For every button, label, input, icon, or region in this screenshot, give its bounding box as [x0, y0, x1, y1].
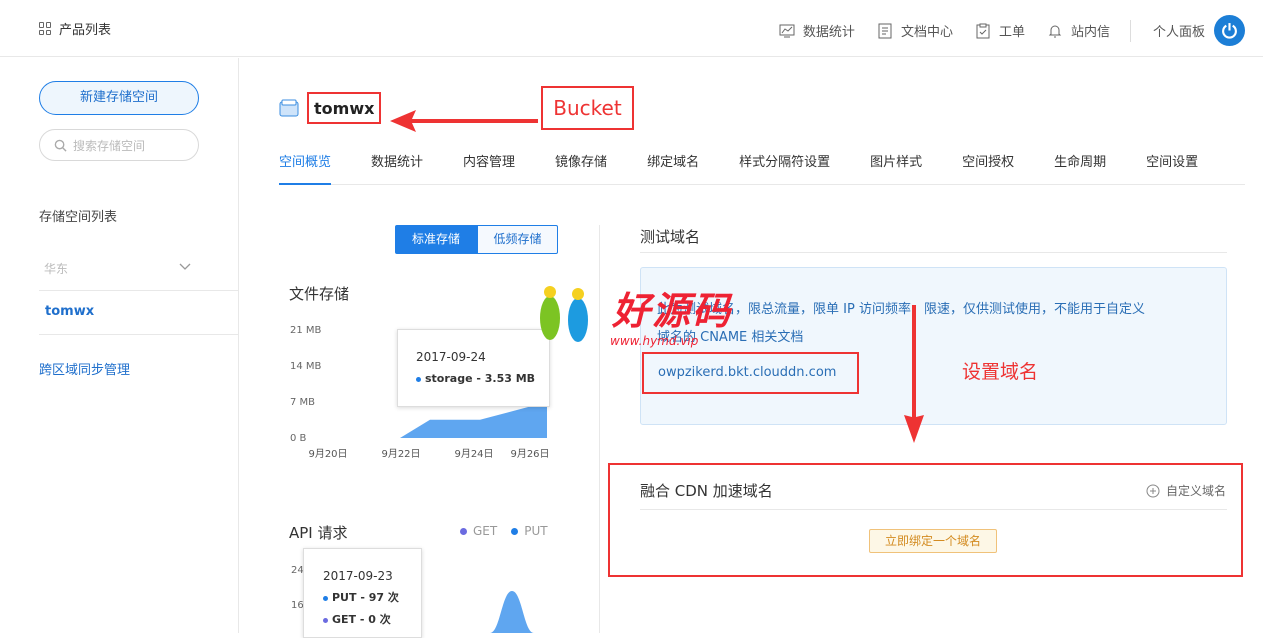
divider — [640, 252, 1227, 253]
legend-put[interactable]: PUT — [511, 524, 548, 538]
plus-circle-icon — [1146, 484, 1160, 497]
user-panel-label: 个人面板 — [1152, 25, 1205, 40]
document-icon — [878, 23, 892, 38]
tab-domain[interactable]: 绑定域名 — [647, 150, 699, 184]
api-tooltip-date: 2017-09-23 — [323, 569, 393, 583]
test-domain-title: 测试域名 — [640, 228, 701, 246]
power-glyph — [1222, 23, 1237, 39]
nav-statistics[interactable]: 数据统计 — [779, 21, 855, 40]
region-selector[interactable]: 华东 — [44, 260, 194, 277]
api-tooltip-get: GET - 0 次 — [323, 611, 421, 627]
annotation-arrow-down — [904, 305, 924, 443]
api-tooltip: 2017-09-23 PUT - 97 次 GET - 0 次 — [303, 548, 422, 638]
grid-icon — [39, 22, 52, 35]
tab-lifecycle[interactable]: 生命周期 — [1054, 150, 1106, 184]
bucket-list-title: 存储空间列表 — [39, 210, 118, 225]
y-tick-label: 7 MB — [290, 397, 315, 408]
storage-tooltip: 2017-09-24 storage - 3.53 MB — [397, 329, 550, 407]
nav-messages-label: 站内信 — [1070, 25, 1110, 40]
chevron-down-icon — [179, 263, 191, 270]
tab-separator[interactable]: 样式分隔符设置 — [739, 150, 830, 184]
annotation-bucket-label: Bucket — [541, 86, 634, 130]
nav-docs-label: 文档中心 — [900, 25, 953, 40]
x-tick-label: 9月24日 — [454, 448, 493, 460]
top-bar: 产品列表 数据统计 文档中心 工单 站内信 个人面板 — [0, 0, 1263, 57]
tooltip-value: storage - 3.53 MB — [416, 372, 549, 385]
top-nav: 数据统计 文档中心 工单 站内信 个人面板 — [757, 15, 1245, 46]
bucket-search-input[interactable]: 搜索存储空间 — [39, 129, 199, 161]
bell-icon — [1048, 25, 1062, 37]
ticket-icon — [976, 23, 990, 38]
annotation-set-domain: 设置域名 — [962, 361, 1039, 383]
x-tick-label: 9月22日 — [381, 448, 420, 460]
y-tick-label: 0 B — [290, 433, 307, 444]
bind-domain-button[interactable]: 立即绑定一个域名 — [869, 529, 997, 553]
tab-content[interactable]: 内容管理 — [463, 150, 515, 184]
notice-line-1: 此为测试域名，限总流量，限单 IP 访问频率，限速，仅供测试使用，不能用于自定义 — [657, 302, 1145, 317]
nav-ticket-label: 工单 — [998, 25, 1025, 40]
watermark-url: www.hymd.vip — [610, 334, 699, 348]
region-label: 华东 — [44, 262, 69, 276]
user-panel[interactable]: 个人面板 — [1153, 21, 1205, 40]
divider — [39, 334, 239, 335]
sidebar: 新建存储空间 搜索存储空间 存储空间列表 华东 tomwx 跨区域同步管理 — [0, 58, 239, 633]
api-y-label: 16 — [291, 600, 304, 611]
bucket-header: tomwx — [279, 92, 382, 124]
tab-overview[interactable]: 空间概览 — [279, 150, 332, 185]
test-domain-value[interactable]: owpzikerd.bkt.clouddn.com — [642, 352, 859, 394]
bucket-icon — [279, 99, 299, 117]
watermark-text: 好源码 — [612, 288, 733, 333]
tab-bar: 空间概览 数据统计 内容管理 镜像存储 绑定域名 样式分隔符设置 图片样式 空间… — [279, 150, 1245, 185]
tab-statistics[interactable]: 数据统计 — [371, 150, 423, 184]
annotation-arrow — [390, 110, 538, 132]
api-legend: GET PUT — [460, 524, 548, 538]
divider — [39, 290, 239, 291]
power-icon[interactable] — [1214, 15, 1245, 46]
cross-region-sync-link[interactable]: 跨区域同步管理 — [39, 359, 130, 378]
cname-docs-link[interactable]: 域名的 CNAME 相关文档 — [657, 324, 1217, 352]
low-freq-storage-button[interactable]: 低频存储 — [477, 225, 558, 254]
cdn-domain-title: 融合 CDN 加速域名 — [640, 482, 773, 500]
legend-get[interactable]: GET — [460, 524, 497, 538]
nav-statistics-label: 数据统计 — [802, 25, 855, 40]
y-tick-label: 14 MB — [290, 361, 322, 372]
custom-domain-button[interactable]: 自定义域名 — [1146, 482, 1226, 499]
storage-area — [318, 402, 547, 438]
tab-image-style[interactable]: 图片样式 — [870, 150, 922, 184]
search-placeholder: 搜索存储空间 — [73, 138, 146, 153]
file-storage-title: 文件存储 — [289, 285, 350, 303]
nav-docs[interactable]: 文档中心 — [877, 21, 953, 40]
bucket-title: tomwx — [307, 92, 382, 124]
tab-mirror[interactable]: 镜像存储 — [555, 150, 607, 184]
storage-type-toggle: 标准存储 低频存储 — [395, 225, 558, 254]
y-tick-label: 21 MB — [290, 325, 322, 336]
api-y-label: 24 — [291, 565, 304, 576]
tab-auth[interactable]: 空间授权 — [962, 150, 1014, 184]
product-list-label: 产品列表 — [59, 23, 112, 38]
x-tick-label: 9月20日 — [308, 448, 347, 460]
test-domain-notice: 此为测试域名，限总流量，限单 IP 访问频率，限速，仅供测试使用，不能用于自定义… — [657, 296, 1217, 352]
tooltip-date: 2017-09-24 — [416, 350, 486, 364]
chart-icon — [779, 24, 795, 37]
api-tooltip-put: PUT - 97 次 — [323, 589, 421, 605]
product-list-menu[interactable]: 产品列表 — [39, 19, 111, 38]
nav-divider — [1129, 19, 1131, 42]
custom-domain-label: 自定义域名 — [1166, 484, 1227, 498]
api-put-peak — [490, 591, 534, 633]
nav-messages[interactable]: 站内信 — [1047, 21, 1110, 40]
sidebar-item-bucket[interactable]: tomwx — [45, 304, 94, 319]
nav-ticket[interactable]: 工单 — [975, 21, 1025, 40]
x-tick-label: 9月26日 — [510, 448, 549, 460]
standard-storage-button[interactable]: 标准存储 — [395, 225, 477, 254]
tab-settings[interactable]: 空间设置 — [1146, 150, 1198, 184]
divider — [640, 509, 1227, 510]
api-requests-title: API 请求 — [289, 524, 348, 542]
search-icon — [54, 139, 67, 152]
watermark-logo — [540, 286, 588, 342]
new-bucket-button[interactable]: 新建存储空间 — [39, 81, 199, 115]
